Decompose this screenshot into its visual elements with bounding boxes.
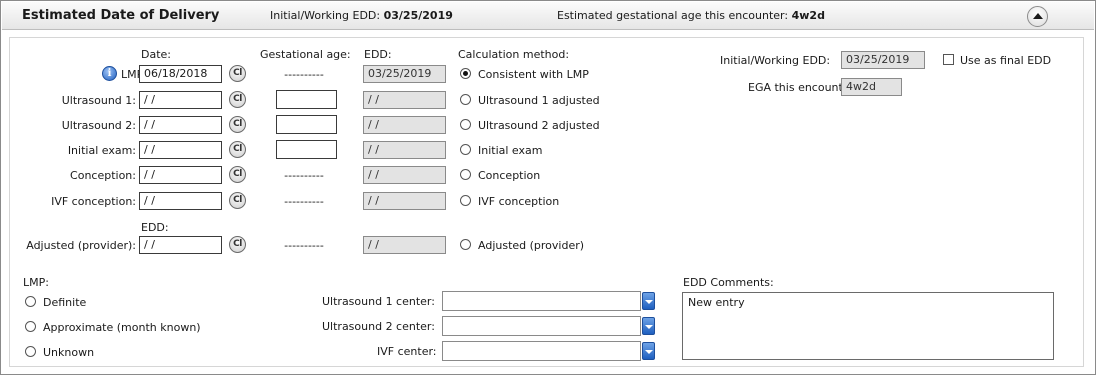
calc-label-ivf: IVF conception: [478, 195, 560, 208]
adjusted-edd-header: EDD:: [141, 221, 169, 234]
header-ega: Estimated gestational age this encounter…: [557, 9, 825, 22]
row-label-adjusted: Adjusted (provider):: [26, 239, 136, 252]
edd-window: Estimated Date of Delivery Initial/Worki…: [0, 0, 1096, 375]
initial-exam-date-input[interactable]: / /: [139, 141, 222, 159]
calc-radio-us1[interactable]: [460, 94, 471, 105]
calc-label-us1: Ultrasound 1 adjusted: [478, 94, 600, 107]
adjusted-edd-input[interactable]: / /: [139, 236, 222, 254]
calc-radio-adjusted[interactable]: [460, 239, 471, 250]
lmp-gest-age: ----------: [284, 68, 324, 81]
calc-radio-lmp[interactable]: [460, 68, 471, 79]
conception-edd-field: / /: [363, 166, 446, 184]
header-initial-edd: Initial/Working EDD: 03/25/2019: [270, 9, 453, 22]
ivf-clear-button[interactable]: Cl: [229, 192, 246, 209]
row-label-initial-exam: Initial exam:: [67, 144, 136, 157]
calc-radio-ivf[interactable]: [460, 195, 471, 206]
row-label-us1: Ultrasound 1:: [61, 94, 136, 107]
lmp-clear-button[interactable]: Cl: [229, 65, 246, 82]
calc-label-us2: Ultrasound 2 adjusted: [478, 119, 600, 132]
us1-center-label: Ultrasound 1 center:: [322, 295, 435, 308]
lmp-unknown-label: Unknown: [43, 346, 95, 359]
us1-edd-field: / /: [363, 91, 446, 109]
lmp-unknown-radio[interactable]: [25, 346, 36, 357]
lmp-section-title: LMP:: [23, 276, 49, 289]
info-icon[interactable]: i: [102, 66, 117, 81]
row-label-us2: Ultrasound 2:: [61, 119, 136, 132]
calc-radio-initial-exam[interactable]: [460, 144, 471, 155]
use-final-edd-label: Use as final EDD: [960, 54, 1052, 67]
collapse-section-button[interactable]: [1027, 6, 1048, 27]
initial-exam-clear-button[interactable]: Cl: [229, 141, 246, 158]
us2-date-input[interactable]: / /: [139, 116, 222, 134]
lmp-definite-label: Definite: [43, 296, 87, 309]
ivf-gest-age: ----------: [284, 195, 324, 208]
us1-center-dropdown-button[interactable]: [642, 292, 655, 310]
lmp-definite-radio[interactable]: [25, 296, 36, 307]
conception-gest-age: ----------: [284, 169, 324, 182]
col-calc-method-header: Calculation method:: [458, 48, 570, 61]
col-gest-age-header: Gestational age:: [260, 48, 351, 61]
lmp-approximate-radio[interactable]: [25, 321, 36, 332]
header-ega-value: 4w2d: [791, 9, 825, 22]
header-initial-edd-value: 03/25/2019: [383, 9, 453, 22]
ivf-edd-field: / /: [363, 192, 446, 210]
row-label-ivf-conception: IVF conception:: [51, 195, 136, 208]
us2-center-dropdown-button[interactable]: [642, 317, 655, 335]
ivf-date-input[interactable]: / /: [139, 192, 222, 210]
ivf-center-dropdown-button[interactable]: [642, 342, 655, 360]
right-initial-edd-label: Initial/Working EDD:: [720, 54, 831, 67]
conception-clear-button[interactable]: Cl: [229, 166, 246, 183]
adjusted-clear-button[interactable]: Cl: [229, 236, 246, 253]
edd-comments-label: EDD Comments:: [683, 276, 774, 289]
lmp-date-input[interactable]: 06/18/2018: [139, 65, 222, 83]
us1-center-select[interactable]: [442, 291, 641, 311]
ivf-center-select[interactable]: [442, 341, 641, 361]
adjusted-edd-field: / /: [363, 236, 446, 254]
us2-clear-button[interactable]: Cl: [229, 116, 246, 133]
calc-label-conception: Conception: [478, 169, 541, 182]
us2-center-select[interactable]: [442, 316, 641, 336]
right-initial-edd-field: 03/25/2019: [841, 51, 925, 69]
ivf-center-label: IVF center:: [377, 345, 437, 358]
calc-radio-us2[interactable]: [460, 119, 471, 130]
use-final-edd-checkbox[interactable]: [943, 54, 954, 65]
us1-clear-button[interactable]: Cl: [229, 91, 246, 108]
calc-label-lmp: Consistent with LMP: [478, 68, 589, 81]
lmp-approximate-label: Approximate (month known): [43, 321, 201, 334]
conception-date-input[interactable]: / /: [139, 166, 222, 184]
col-edd-header: EDD:: [364, 48, 392, 61]
calc-radio-conception[interactable]: [460, 169, 471, 180]
us2-gest-age-input[interactable]: [276, 115, 337, 134]
us2-center-label: Ultrasound 2 center:: [322, 320, 435, 333]
edd-comments-textarea[interactable]: New entry: [682, 292, 1054, 360]
edd-header-bar: Estimated Date of Delivery Initial/Worki…: [2, 2, 1094, 30]
initial-exam-gest-age-input[interactable]: [276, 140, 337, 159]
col-date-header: Date:: [141, 48, 171, 61]
calc-label-initial-exam: Initial exam: [478, 144, 543, 157]
adjusted-gest-age: ----------: [284, 239, 324, 252]
calc-label-adjusted: Adjusted (provider): [478, 239, 585, 252]
us2-edd-field: / /: [363, 116, 446, 134]
section-title: Estimated Date of Delivery: [22, 8, 220, 23]
us1-date-input[interactable]: / /: [139, 91, 222, 109]
initial-exam-edd-field: / /: [363, 141, 446, 159]
us1-gest-age-input[interactable]: [276, 90, 337, 109]
row-label-conception: Conception:: [70, 169, 136, 182]
header-ega-label: Estimated gestational age this encounter…: [557, 9, 789, 22]
header-initial-edd-label: Initial/Working EDD:: [270, 9, 381, 22]
right-ega-field: 4w2d: [841, 78, 902, 96]
lmp-edd-field: 03/25/2019: [363, 65, 446, 83]
